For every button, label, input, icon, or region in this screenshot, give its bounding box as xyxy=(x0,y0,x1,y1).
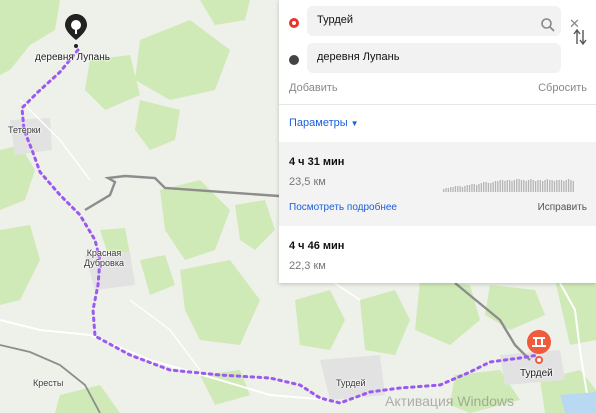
elevation-bar xyxy=(511,181,513,192)
elevation-bar xyxy=(461,187,464,192)
add-waypoint-link[interactable]: Добавить xyxy=(289,82,338,94)
elevation-bar xyxy=(483,182,485,192)
to-input[interactable]: деревня Лупань xyxy=(307,43,561,73)
elevation-bar xyxy=(464,186,466,192)
route-distance: 22,3 км xyxy=(289,260,326,272)
route-time: 4 ч 46 мин xyxy=(289,240,345,252)
elevation-bar xyxy=(506,180,508,192)
elevation-bar xyxy=(499,180,501,192)
map-label-teterki: Тетерки xyxy=(8,125,41,135)
elevation-bar xyxy=(443,189,445,192)
water xyxy=(560,392,596,413)
route-details-link[interactable]: Посмотреть подробнее xyxy=(289,202,397,213)
elevation-bar xyxy=(471,184,473,192)
route-panel: Турдей ✕ деревня Лупань Добавить Сбросит… xyxy=(279,0,596,283)
map-pin-icon[interactable] xyxy=(65,14,87,48)
elevation-bar xyxy=(492,182,494,192)
elevation-bar xyxy=(537,180,539,192)
close-icon[interactable]: ✕ xyxy=(569,17,580,30)
elevation-bar xyxy=(447,188,450,192)
elevation-bar xyxy=(560,180,563,192)
elevation-bar xyxy=(523,180,525,192)
elevation-bar xyxy=(551,180,553,192)
route-params-toggle[interactable]: Параметры ▼ xyxy=(289,117,359,129)
map-label-start: деревня Лупань xyxy=(35,52,110,63)
route-fix-link[interactable]: Исправить xyxy=(538,202,587,213)
elevation-bar xyxy=(494,181,497,192)
elevation-bar xyxy=(516,179,518,192)
elevation-bar xyxy=(513,180,516,192)
elevation-bar xyxy=(487,183,490,192)
elevation-bar xyxy=(485,182,487,192)
elevation-bar xyxy=(565,180,567,192)
swap-arrows-icon[interactable] xyxy=(573,29,587,45)
elevation-bar xyxy=(466,185,468,192)
elevation-bar xyxy=(525,181,527,192)
elevation-bar xyxy=(454,186,457,192)
elevation-bar xyxy=(527,180,530,192)
elevation-bar xyxy=(480,183,483,192)
elevation-bar xyxy=(544,180,546,192)
route-option-selected[interactable]: 4 ч 31 мин 23,5 км Посмотреть подробнее … xyxy=(279,142,596,226)
elevation-bar xyxy=(457,186,459,192)
elevation-bar xyxy=(473,184,475,192)
pedestrian-end-marker-icon[interactable] xyxy=(526,330,552,364)
elevation-bar xyxy=(509,180,511,192)
elevation-bar xyxy=(558,180,560,192)
route-option[interactable]: 4 ч 46 мин 22,3 км xyxy=(279,226,596,283)
elevation-bar xyxy=(539,180,541,192)
from-input-value: Турдей xyxy=(317,14,354,26)
elevation-profile xyxy=(443,179,574,192)
map-label-krasnaya-dubrovka: Красная Дубровка xyxy=(84,248,124,268)
waypoint-from-row: Турдей ✕ xyxy=(279,6,596,40)
waypoint-to-row: деревня Лупань xyxy=(279,43,596,77)
from-marker-icon xyxy=(289,18,299,28)
map-label-turdey-end: Турдей xyxy=(520,368,553,379)
elevation-bar xyxy=(546,179,549,192)
from-input[interactable]: Турдей ✕ xyxy=(307,6,580,36)
elevation-bar xyxy=(497,181,499,192)
triangle-down-icon: ▼ xyxy=(350,119,359,128)
elevation-bar xyxy=(459,186,461,192)
windows-activation-watermark: Активация Windows xyxy=(385,393,515,409)
elevation-bar xyxy=(452,187,454,192)
elevation-bar xyxy=(532,180,534,192)
map-label-turdey-road: Турдей xyxy=(336,378,366,388)
map-label-kresty: Кресты xyxy=(33,378,64,388)
to-marker-icon xyxy=(289,55,299,65)
elevation-bar xyxy=(504,181,506,192)
elevation-bar xyxy=(567,179,570,192)
reset-route-link[interactable]: Сбросить xyxy=(538,82,587,94)
elevation-bar xyxy=(553,181,556,192)
to-input-value: деревня Лупань xyxy=(317,51,400,63)
search-icon[interactable] xyxy=(541,18,555,32)
elevation-bar xyxy=(549,180,551,192)
elevation-bar xyxy=(556,180,558,192)
elevation-bar xyxy=(520,180,523,192)
elevation-bar xyxy=(445,188,447,192)
route-time: 4 ч 31 мин xyxy=(289,156,345,168)
elevation-bar xyxy=(534,181,537,192)
elevation-bar xyxy=(518,179,520,192)
route-distance: 23,5 км xyxy=(289,176,326,188)
divider xyxy=(279,104,596,105)
elevation-bar xyxy=(476,185,478,192)
elevation-bar xyxy=(572,181,574,192)
elevation-bar xyxy=(450,187,452,192)
elevation-bar xyxy=(570,180,572,192)
elevation-bar xyxy=(468,185,471,192)
route-params-label: Параметры xyxy=(289,117,348,129)
elevation-bar xyxy=(490,183,492,192)
elevation-bar xyxy=(530,179,532,192)
elevation-bar xyxy=(501,180,504,192)
elevation-bar xyxy=(542,181,544,192)
waypoint-actions: Добавить Сбросить xyxy=(279,80,596,98)
elevation-bar xyxy=(563,181,565,192)
elevation-bar xyxy=(478,184,480,192)
